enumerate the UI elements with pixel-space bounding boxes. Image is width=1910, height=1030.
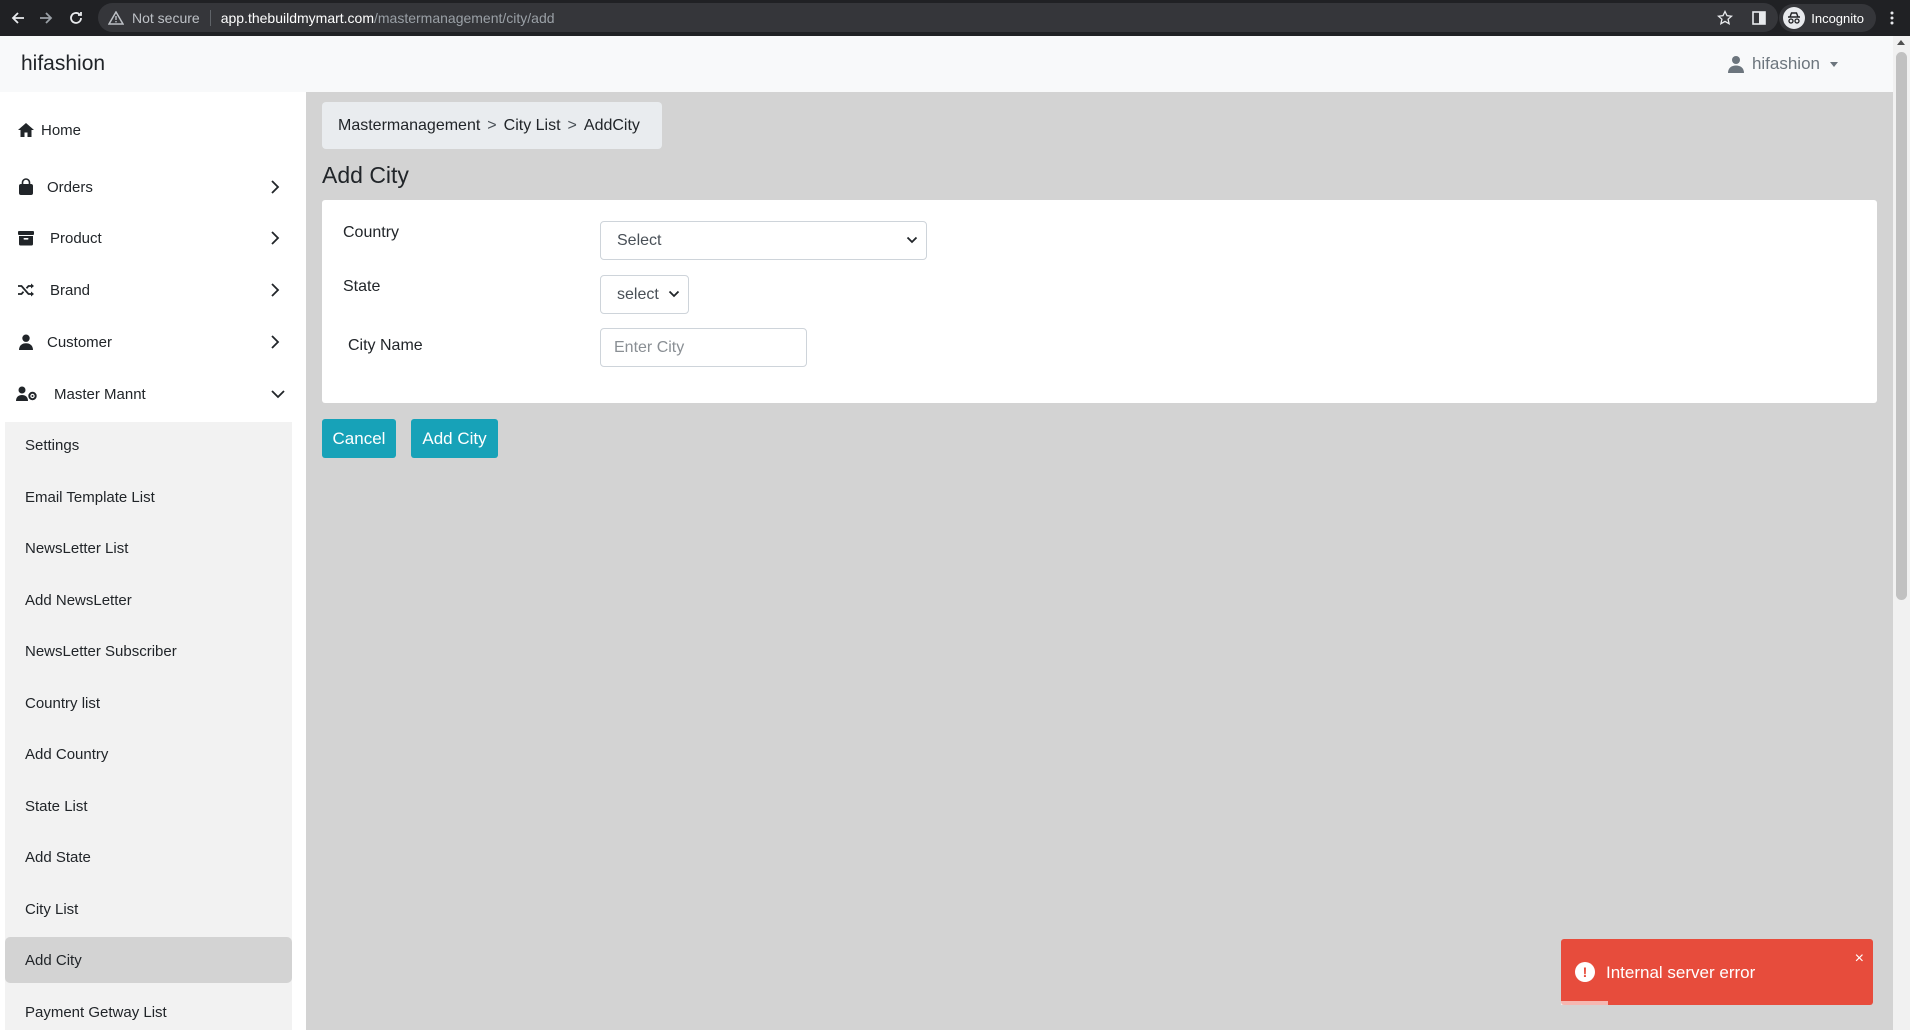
chevron-down-icon	[270, 389, 286, 399]
state-label: State	[343, 278, 381, 295]
city-name-input[interactable]: Enter City	[600, 328, 807, 367]
submenu-item-add-newsletter[interactable]: Add NewsLetter	[5, 577, 292, 623]
submenu-item-add-city[interactable]: Add City	[5, 937, 292, 983]
main-content: Mastermanagement > City List > AddCity A…	[306, 92, 1893, 1030]
more-vert-icon[interactable]	[1882, 11, 1902, 25]
breadcrumb: Mastermanagement > City List > AddCity	[322, 102, 662, 149]
city-name-label: City Name	[348, 337, 423, 354]
sidebar-item-label: Customer	[47, 333, 113, 351]
sidebar-item-label: Home	[41, 121, 82, 139]
arrow-left-icon	[11, 12, 24, 24]
chevron-down-icon	[668, 290, 680, 298]
submenu-item-settings[interactable]: Settings	[5, 422, 292, 468]
browser-chrome: Not secure app.thebuildmymart.com /maste…	[0, 0, 1910, 36]
divider	[209, 9, 211, 26]
sidebar-item-brand[interactable]: Brand	[0, 265, 300, 315]
security-label[interactable]: Not secure	[132, 10, 200, 26]
user-menu[interactable]: hifashion	[1727, 36, 1838, 92]
user-name: hifashion	[1751, 54, 1820, 73]
reload-icon	[70, 12, 82, 24]
breadcrumb-item-city-list[interactable]: City List	[504, 117, 561, 135]
sidebar-item-label: Master Mannt	[54, 385, 146, 403]
breadcrumb-item-addcity: AddCity	[583, 116, 640, 134]
submenu-item-state-list[interactable]: State List	[5, 783, 292, 829]
sidebar-item-home[interactable]: Home	[0, 105, 300, 155]
home-icon	[16, 120, 36, 140]
shuffle-icon	[16, 280, 36, 300]
breadcrumb-separator: >	[487, 116, 497, 134]
incognito-badge[interactable]: Incognito	[1779, 4, 1876, 32]
scrollbar-thumb[interactable]	[1896, 52, 1907, 600]
user-icon	[16, 332, 36, 352]
arrow-right-icon	[40, 12, 53, 24]
address-bar[interactable]: Not secure app.thebuildmymart.com /maste…	[98, 3, 1778, 32]
star-icon[interactable]	[1711, 10, 1739, 26]
add-city-form: Country Select State select City Name En…	[322, 200, 1877, 403]
page-title: Add City	[322, 162, 409, 188]
caret-down-icon	[1830, 61, 1838, 67]
error-alert-icon: !	[1575, 962, 1595, 982]
side-panel-icon[interactable]	[1745, 11, 1773, 25]
sidebar-item-label: Orders	[47, 178, 93, 196]
sidebar-item-product[interactable]: Product	[0, 213, 300, 263]
page-scrollbar[interactable]	[1893, 36, 1910, 1030]
chevron-right-icon	[270, 282, 280, 298]
sidebar-item-label: Brand	[50, 281, 91, 299]
country-select-value: Select	[617, 231, 662, 249]
warning-icon	[108, 10, 124, 25]
breadcrumb-item-mastermanagement[interactable]: Mastermanagement	[338, 117, 480, 135]
cancel-button[interactable]: Cancel	[322, 419, 396, 458]
sidebar-item-master-mannt[interactable]: Master Mannt	[0, 369, 300, 419]
submenu-item-payment-getway-list[interactable]: Payment Getway List	[5, 989, 292, 1030]
master-submenu: Settings Email Template List NewsLetter …	[5, 422, 292, 1030]
submenu-item-country-list[interactable]: Country list	[5, 680, 292, 726]
submenu-item-add-state[interactable]: Add State	[5, 834, 292, 880]
add-city-button[interactable]: Add City	[411, 419, 498, 458]
country-label: Country	[343, 224, 400, 241]
submenu-item-city-list[interactable]: City List	[5, 886, 292, 932]
close-icon[interactable]: ×	[1855, 950, 1864, 968]
brand-name[interactable]: hifashion	[0, 52, 105, 76]
toast-progress-bar	[1561, 1001, 1608, 1005]
chevron-right-icon	[270, 179, 280, 195]
url-host: app.thebuildmymart.com	[220, 9, 374, 26]
user-gear-icon	[16, 384, 38, 404]
reload-button[interactable]	[58, 0, 94, 36]
incognito-icon	[1783, 7, 1806, 29]
app-header: hifashion hifashion	[0, 36, 1893, 92]
scroll-up-icon[interactable]	[1897, 40, 1905, 45]
state-select[interactable]: select	[600, 275, 689, 314]
sidebar: Home Orders Product Brand Customer Maste…	[0, 92, 306, 1030]
breadcrumb-separator: >	[567, 116, 577, 134]
shopping-bag-icon	[16, 177, 36, 197]
submenu-item-newsletter-list[interactable]: NewsLetter List	[5, 525, 292, 571]
chevron-right-icon	[270, 334, 280, 350]
url-path: /mastermanagement/city/add	[374, 9, 555, 26]
archive-box-icon	[16, 228, 36, 248]
browser-actions: Incognito	[1711, 0, 1910, 36]
submenu-item-add-country[interactable]: Add Country	[5, 731, 292, 777]
submenu-item-newsletter-subscriber[interactable]: NewsLetter Subscriber	[5, 628, 292, 674]
incognito-label: Incognito	[1811, 10, 1864, 26]
chevron-right-icon	[270, 230, 280, 246]
chevron-down-icon	[906, 236, 918, 244]
user-icon	[1727, 55, 1744, 73]
error-toast: ! Internal server error ×	[1561, 939, 1873, 1005]
sidebar-item-customer[interactable]: Customer	[0, 317, 300, 367]
sidebar-item-label: Product	[50, 229, 102, 247]
state-select-value: select	[617, 285, 659, 303]
submenu-item-email-template-list[interactable]: Email Template List	[5, 474, 292, 520]
country-select[interactable]: Select	[600, 221, 927, 260]
toast-message: Internal server error	[1606, 963, 1756, 982]
sidebar-item-orders[interactable]: Orders	[0, 162, 300, 212]
